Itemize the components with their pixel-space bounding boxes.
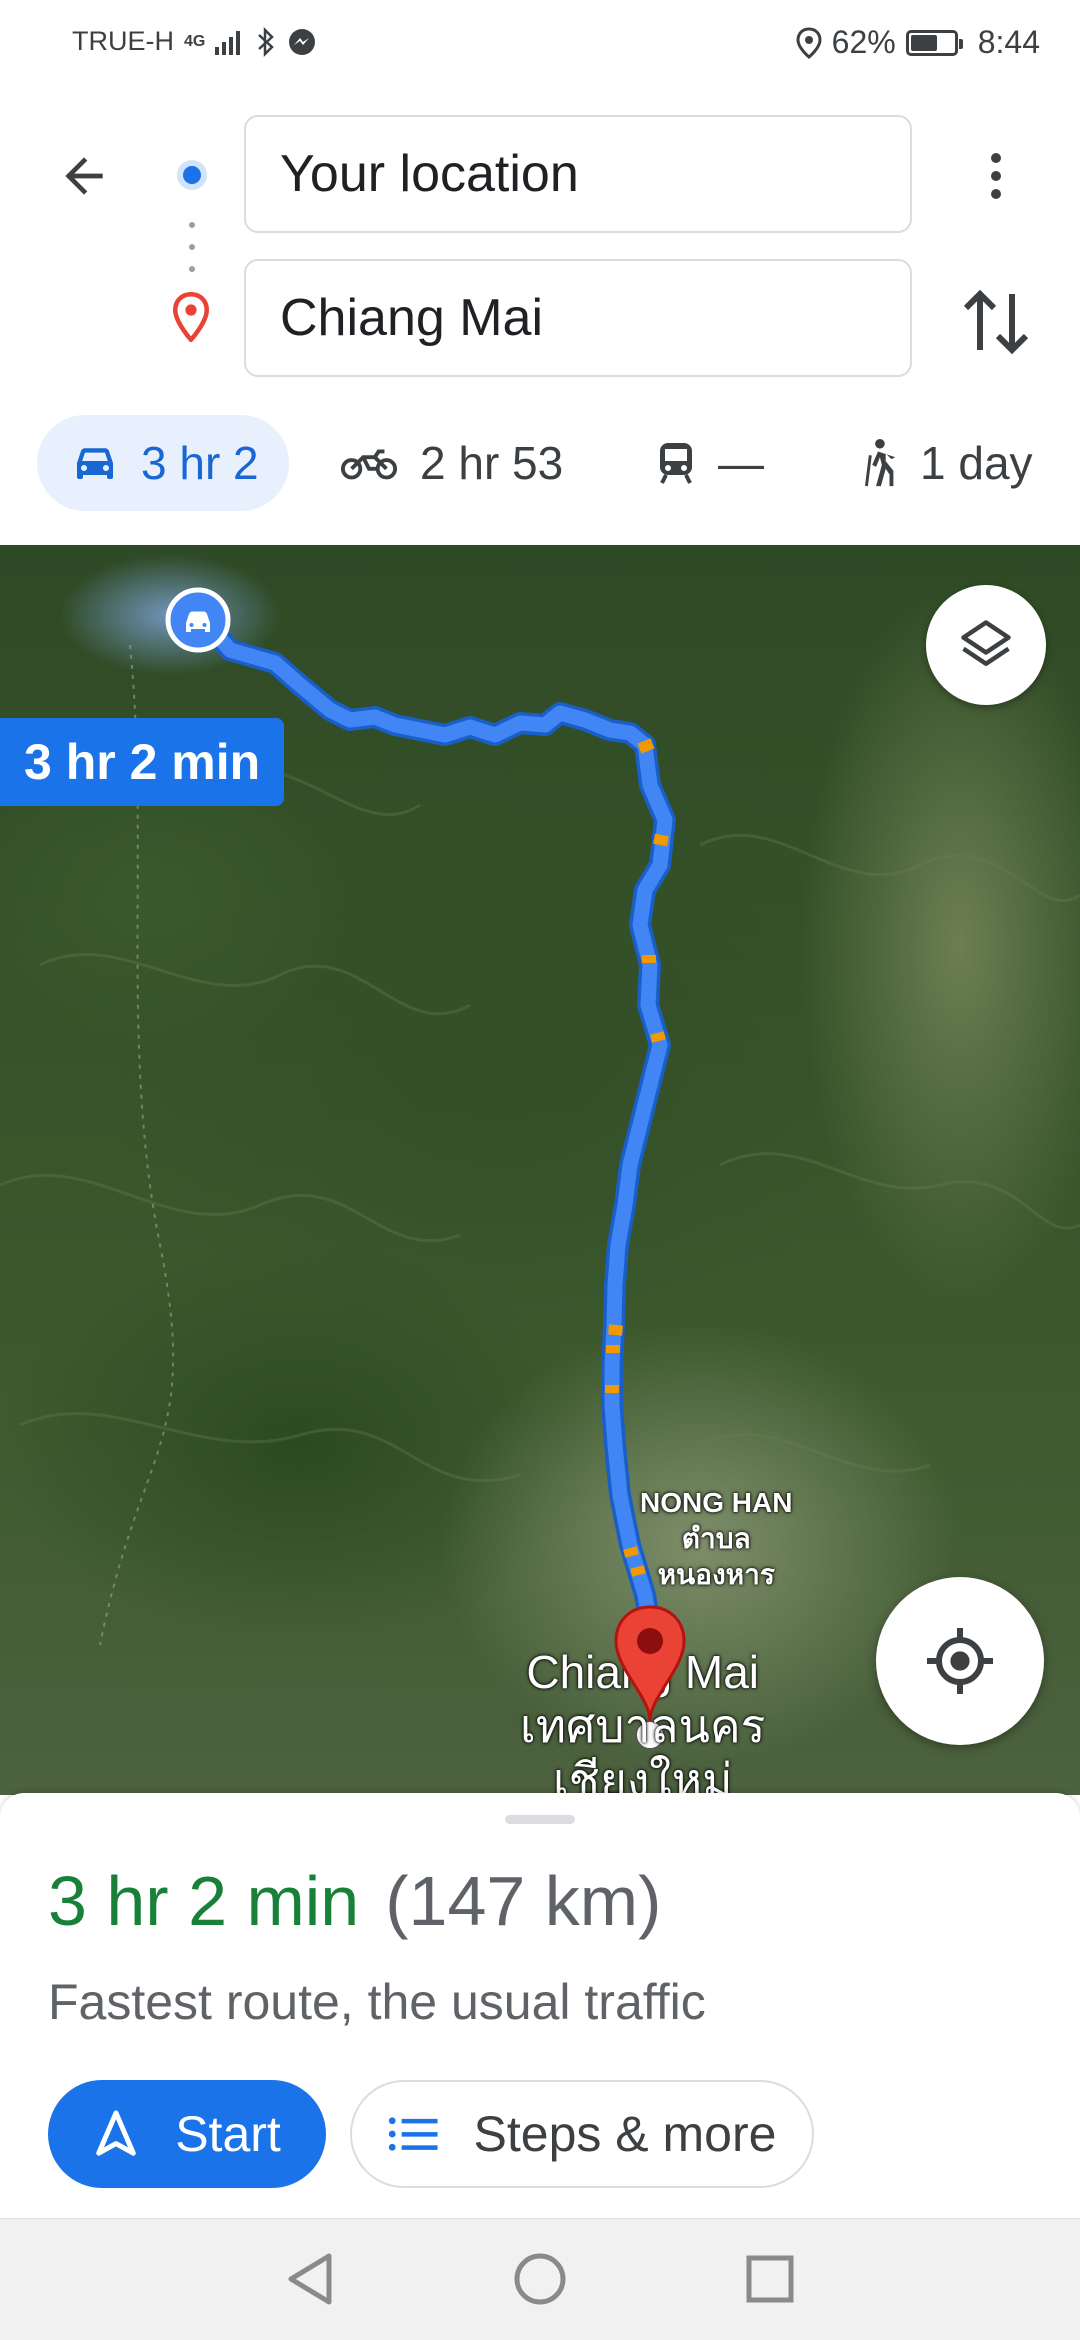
circle-home-icon — [514, 2253, 566, 2305]
sheet-drag-handle[interactable] — [505, 1815, 575, 1824]
walk-icon — [865, 438, 896, 487]
more-options-button[interactable] — [960, 140, 1032, 212]
route-distance: (147 km) — [385, 1862, 662, 1940]
signal-icon — [215, 30, 241, 55]
start-label: Start — [175, 2106, 281, 2162]
status-bar: TRUE-H 4G 62% 8:44 — [0, 0, 1080, 90]
system-back-button[interactable] — [280, 2249, 340, 2309]
location-icon — [796, 26, 822, 59]
origin-field[interactable]: Your location — [244, 115, 912, 233]
route-dots-icon — [189, 222, 195, 272]
destination-marker-icon[interactable] — [612, 1605, 688, 1725]
route-summary: 3 hr 2 min (147 km) — [48, 1861, 661, 1941]
status-left: TRUE-H 4G — [72, 26, 317, 57]
travel-mode-tabs: 3 hr 2 2 hr 53 — 1 day — [0, 410, 1080, 520]
tab-walk-label: 1 day — [920, 437, 1033, 489]
route-duration: 3 hr 2 min — [48, 1862, 360, 1940]
crosshair-icon — [927, 1628, 993, 1694]
layers-button[interactable] — [926, 585, 1046, 705]
origin-dot-icon — [177, 160, 207, 190]
clock: 8:44 — [977, 24, 1040, 60]
list-icon — [388, 2117, 438, 2151]
system-recents-button[interactable] — [740, 2249, 800, 2309]
back-button[interactable] — [48, 140, 120, 212]
train-icon — [660, 443, 692, 484]
car-icon — [77, 448, 113, 479]
start-navigation-button[interactable]: Start — [48, 2080, 326, 2188]
status-right: 62% 8:44 — [796, 24, 1040, 61]
route-summary-sheet: 3 hr 2 min (147 km) Fastest route, the u… — [0, 1793, 1080, 2218]
map-view[interactable]: 3 hr 2 min NONG HAN ตำบล หนองหาร Chiang … — [0, 545, 1080, 1795]
route-description: Fastest route, the usual traffic — [48, 1974, 706, 2030]
messenger-icon — [289, 28, 316, 55]
arrow-back-icon — [65, 157, 103, 195]
map-label-line: NONG HAN — [640, 1487, 793, 1518]
origin-car-marker — [165, 587, 231, 653]
network-type: 4G — [184, 32, 206, 50]
system-home-button[interactable] — [510, 2249, 570, 2309]
route-duration-tag[interactable]: 3 hr 2 min — [0, 718, 285, 806]
destination-field[interactable]: Chiang Mai — [244, 259, 912, 377]
tab-drive-label: 3 hr 2 — [141, 437, 259, 489]
map-label-line: ตำบล — [681, 1523, 751, 1554]
layers-icon — [961, 620, 1011, 666]
motorcycle-icon — [340, 449, 398, 480]
tab-drive[interactable]: 3 hr 2 — [37, 415, 289, 511]
steps-label: Steps & more — [473, 2106, 777, 2162]
square-recents-icon — [746, 2255, 794, 2303]
map-label-line: เชียงใหม่ — [552, 1754, 733, 1795]
triangle-back-icon — [288, 2253, 332, 2305]
swap-directions-icon[interactable] — [956, 282, 1036, 362]
my-location-button[interactable] — [876, 1577, 1044, 1745]
tab-transit-label: — — [718, 437, 764, 489]
tab-transit[interactable]: — — [656, 415, 764, 511]
battery-percent: 62% — [831, 24, 896, 60]
battery-icon — [905, 29, 963, 56]
steps-and-more-button[interactable]: Steps & more — [350, 2080, 814, 2188]
tab-motorcycle-label: 2 hr 53 — [420, 437, 564, 489]
destination-pin-icon — [172, 292, 210, 342]
navigation-arrow-icon — [96, 2110, 136, 2156]
map-label-nong-han: NONG HAN ตำบล หนองหาร — [640, 1485, 792, 1593]
map-label-line: หนองหาร — [657, 1559, 775, 1590]
bluetooth-icon — [258, 26, 275, 57]
tab-walk[interactable]: 1 day — [858, 415, 1033, 511]
tab-motorcycle[interactable]: 2 hr 53 — [340, 415, 563, 511]
carrier-label: TRUE-H — [72, 26, 174, 56]
system-nav-bar — [0, 2218, 1080, 2340]
